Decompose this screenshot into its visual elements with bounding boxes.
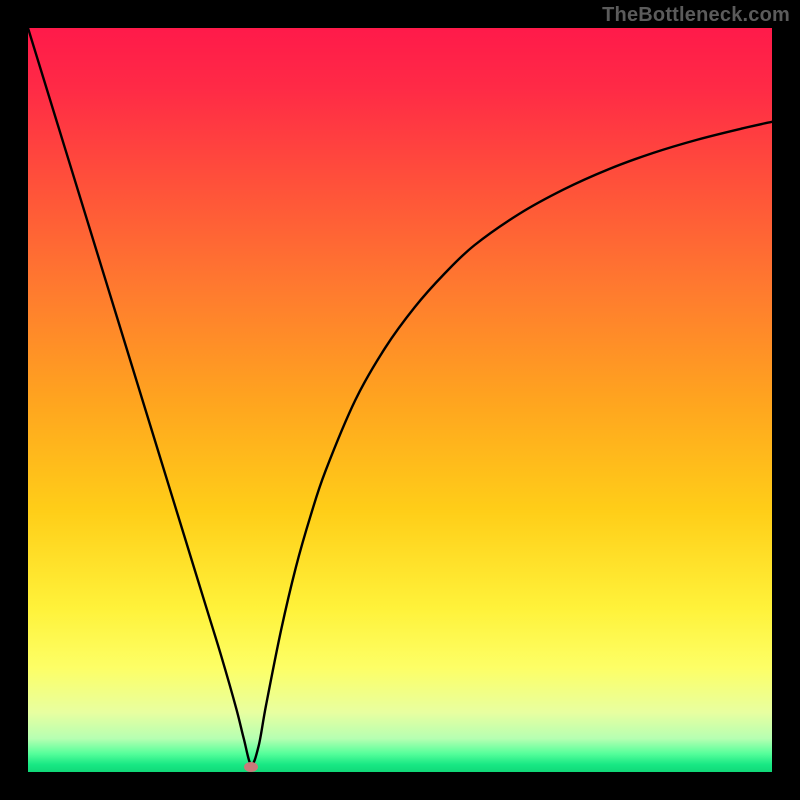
bottleneck-curve [28,28,772,765]
plot-area [28,28,772,772]
watermark-text: TheBottleneck.com [602,4,790,27]
chart-frame: TheBottleneck.com [0,0,800,800]
minimum-marker [244,762,258,772]
curve-layer [28,28,772,772]
